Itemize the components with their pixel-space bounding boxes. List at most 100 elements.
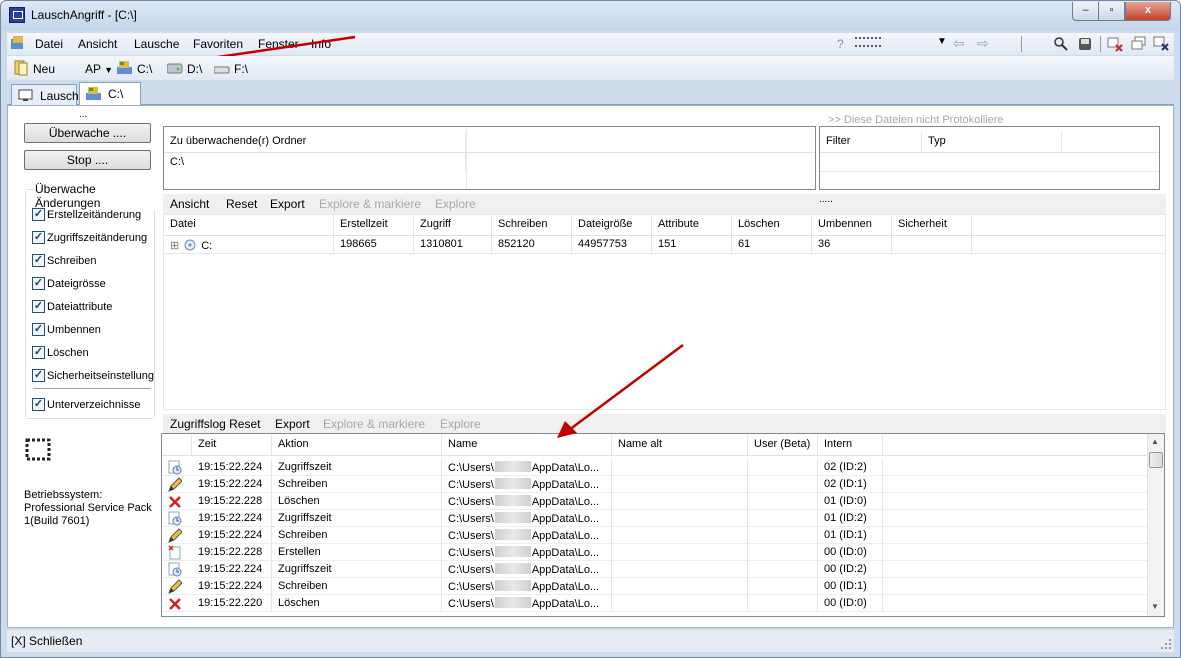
log-explore-button[interactable]: Explore (440, 417, 481, 431)
checkbox-label: Schreiben (47, 255, 97, 267)
back-icon[interactable]: ⇦ (953, 35, 965, 52)
checkbox-box[interactable]: ✓ (32, 300, 45, 313)
expand-icon[interactable]: ⊞ (170, 240, 179, 252)
log-cell-time: 19:15:22.224 (192, 527, 272, 544)
summary-col-header[interactable]: Datei (164, 215, 334, 235)
log-row[interactable]: 19:15:22.224 Schreiben C:\Users\ AppData\Lo… (162, 527, 1148, 544)
mdi-child-icon[interactable] (10, 35, 26, 51)
row-divider (820, 171, 1159, 172)
maximize-button[interactable]: ▫ (1098, 2, 1125, 21)
ap-dropdown[interactable]: AP ▼ (85, 62, 113, 76)
summary-cell-name[interactable]: ⊞ C: (164, 236, 334, 253)
folders-header[interactable]: Zu überwachende(r) Ordner (164, 132, 466, 152)
log-cell-name: C:\Users\ AppData\Lo... (442, 476, 612, 493)
summary-cell: 151 (652, 236, 732, 253)
checkbox-box[interactable]: ✓ (32, 369, 45, 382)
dropdown-arrow-icon[interactable]: ▼ (937, 36, 947, 47)
checkbox-label: Dateigrösse (47, 278, 106, 290)
log-cell-action: Schreiben (272, 527, 442, 544)
log-row[interactable]: 19:15:22.220 Löschen C:\Users\ AppData\Lo..… (162, 595, 1148, 612)
type-header[interactable]: Typ (922, 132, 1062, 152)
stop-button[interactable]: Stop .... (24, 150, 151, 170)
restore-child-icon[interactable] (1131, 36, 1147, 52)
summary-col-header[interactable]: Löschen (732, 215, 812, 235)
drive-f-button[interactable]: F:\ (234, 62, 248, 76)
log-col-header[interactable]: Zeit (192, 435, 272, 455)
tab-label: C:\ (108, 87, 124, 101)
scroll-thumb[interactable] (1149, 452, 1163, 468)
log-cell-user (748, 561, 818, 578)
log-row[interactable]: 19:15:22.224 Schreiben C:\Users\ AppData\Lo… (162, 578, 1148, 595)
log-scrollbar[interactable]: ▲ ▼ (1147, 434, 1164, 616)
log-row[interactable]: 19:15:22.228 Löschen C:\Users\ AppData\Lo..… (162, 493, 1148, 510)
log-col-header[interactable]: User (Beta) (748, 435, 818, 455)
summary-col-header[interactable]: Sicherheit (892, 215, 972, 235)
scroll-up-icon[interactable]: ▲ (1151, 437, 1159, 446)
checkbox-box[interactable]: ✓ (32, 346, 45, 359)
close-button[interactable]: x (1125, 2, 1171, 21)
menu-datei[interactable]: Datei (35, 37, 63, 51)
ansicht-button[interactable]: Ansicht (170, 197, 209, 211)
folder-entry[interactable]: C:\ (164, 153, 466, 172)
summary-drive-name: C: (201, 240, 213, 252)
summary-col-header[interactable]: Attribute (652, 215, 732, 235)
checkbox-box[interactable]: ✓ (32, 231, 45, 244)
checkbox-box[interactable]: ✓ (32, 254, 45, 267)
log-col-header[interactable]: Intern (818, 435, 883, 455)
resize-grip-icon[interactable] (1160, 638, 1172, 650)
watch-button[interactable]: Überwache .... (24, 123, 151, 143)
forward-icon[interactable]: ⇨ (977, 35, 989, 52)
close-status-button[interactable]: [X] Schließen (11, 634, 82, 648)
new-button[interactable]: Neu (33, 62, 55, 76)
checkbox-box[interactable]: ✓ (32, 323, 45, 336)
disk-icon[interactable] (1077, 36, 1093, 52)
summary-col-header[interactable]: Erstellzeit (334, 215, 414, 235)
summary-col-header[interactable]: Dateigröße (572, 215, 652, 235)
log-col-header[interactable]: Aktion (272, 435, 442, 455)
address-combo[interactable] (855, 37, 881, 47)
checkbox-box[interactable]: ✓ (32, 398, 45, 411)
checkbox-box[interactable]: ✓ (32, 277, 45, 290)
checkbox-box[interactable]: ✓ (32, 208, 45, 221)
log-row[interactable]: 19:15:22.224 Zugriffszeit C:\Users\ AppData… (162, 510, 1148, 527)
log-cell-time: 19:15:22.228 (192, 493, 272, 510)
export-button[interactable]: Export (270, 197, 305, 211)
close-document-icon[interactable] (1107, 36, 1123, 52)
log-row[interactable]: 19:15:22.224 Schreiben C:\Users\ AppData\Lo… (162, 476, 1148, 493)
dots-label: ... (79, 109, 88, 120)
log-export-button[interactable]: Export (275, 417, 310, 431)
menu-ansicht[interactable]: Ansicht (78, 37, 117, 51)
close-child-icon[interactable] (1153, 36, 1169, 52)
log-row[interactable]: 19:15:22.224 Zugriffszeit C:\Users\ AppData… (162, 561, 1148, 578)
log-row[interactable]: 19:15:22.224 Zugriffszeit C:\Users\ AppData… (162, 459, 1148, 476)
exclude-title[interactable]: >> Diese Dateien nicht Protokolliere (828, 114, 1003, 126)
minimize-button[interactable]: – (1072, 2, 1099, 21)
tab-lausch[interactable]: Lausch (11, 84, 79, 105)
summary-col-header[interactable]: Schreiben (492, 215, 572, 235)
log-row[interactable]: 19:15:22.228 Erstellen C:\Users\ AppData\Lo… (162, 544, 1148, 561)
log-cell-time: 19:15:22.224 (192, 578, 272, 595)
log-explore-mark-button[interactable]: Explore & markiere (323, 417, 425, 431)
app-icon[interactable] (9, 7, 25, 23)
tab-c-drive[interactable]: C:\ (79, 82, 141, 106)
reset-button[interactable]: Reset (226, 197, 257, 211)
explore-button[interactable]: Explore (435, 197, 476, 211)
scroll-down-icon[interactable]: ▼ (1151, 602, 1159, 611)
explore-mark-button[interactable]: Explore & markiere (319, 197, 421, 211)
help-icon[interactable]: ? (837, 37, 844, 51)
drive-d-icon[interactable] (167, 60, 183, 74)
new-icon[interactable] (13, 60, 29, 76)
drive-c-icon[interactable] (117, 60, 133, 74)
title-bar[interactable]: LauschAngriff - [C:\] – ▫ x (1, 1, 1180, 31)
summary-col-header[interactable]: Zugriff (414, 215, 492, 235)
drive-c-button[interactable]: C:\ (137, 62, 152, 76)
log-cell-name-alt (612, 476, 748, 493)
drive-f-icon[interactable] (214, 60, 230, 74)
drive-d-button[interactable]: D:\ (187, 62, 202, 76)
summary-col-header[interactable]: Umbennen (812, 215, 892, 235)
log-reset-button[interactable]: Zugriffslog Reset (170, 417, 261, 431)
redacted-username (494, 563, 531, 574)
search-icon[interactable] (1053, 36, 1069, 52)
filter-header[interactable]: Filter (820, 132, 922, 152)
log-icon-col-header[interactable] (162, 435, 192, 455)
